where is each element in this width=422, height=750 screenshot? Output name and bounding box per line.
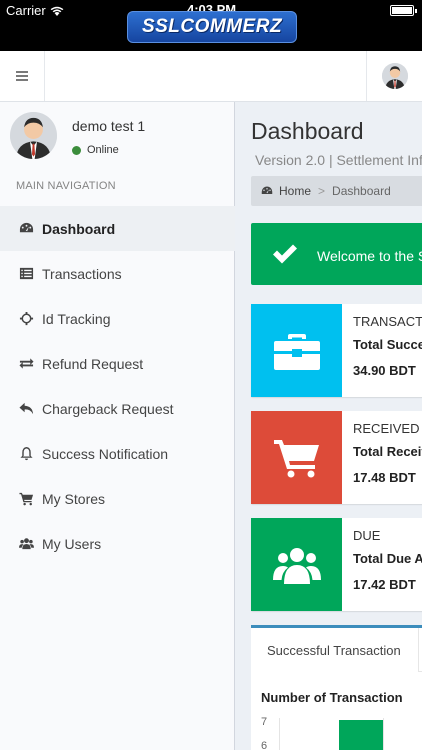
brand-logo-text: SSLCOMMERZ (141, 16, 283, 37)
online-status-dot (72, 145, 81, 155)
dashboard-icon (261, 186, 273, 194)
user-status-label: Online (87, 144, 119, 156)
info-box-value: 17.48 BDT (353, 470, 416, 485)
info-box-value: 17.42 BDT (353, 577, 416, 592)
reply-icon (18, 401, 34, 417)
cart-icon (18, 491, 34, 507)
check-icon (273, 244, 297, 264)
exchange-icon (18, 356, 34, 372)
sidebar: demo test 1 Online MAIN NAVIGATION Dashb… (0, 102, 235, 750)
bell-icon (18, 446, 34, 462)
sidebar-item-my-stores[interactable]: My Stores (0, 476, 235, 521)
sidebar-item-label: Chargeback Request (42, 400, 174, 417)
user-status: Online (72, 144, 119, 156)
info-box-icon-block (251, 518, 342, 611)
page-title: Dashboard (251, 118, 364, 144)
info-box-label: RECEIVED (353, 421, 420, 436)
info-box-sublabel: Total Due A (353, 551, 422, 566)
info-box-due[interactable]: DUE Total Due A 17.42 BDT (251, 518, 422, 611)
user-menu-button[interactable] (366, 51, 422, 101)
sidebar-item-label: Dashboard (42, 220, 116, 237)
info-box-icon-block (251, 304, 342, 397)
users-icon (272, 547, 321, 584)
menu-toggle-button[interactable] (0, 51, 45, 101)
sidebar-item-label: Id Tracking (42, 310, 111, 327)
breadcrumb: Home > Dashboard (251, 176, 422, 206)
breadcrumb-home-link[interactable]: Home (279, 184, 311, 198)
main-navigation: Dashboard Transactions Id Tracking Refun… (0, 206, 235, 566)
carrier-label: Carrier (6, 3, 46, 18)
crosshair-icon (18, 311, 34, 327)
sidebar-item-label: My Stores (42, 490, 106, 507)
sidebar-item-refund-request[interactable]: Refund Request (0, 341, 235, 386)
info-box-icon-block (251, 411, 342, 504)
dashboard-icon (18, 221, 34, 237)
page-subtitle: Version 2.0 | Settlement Info (255, 152, 422, 168)
users-icon (18, 536, 34, 552)
tab-successful-transaction[interactable]: Successful Transaction (251, 628, 419, 672)
info-box-label: DUE (353, 528, 381, 543)
sidebar-item-label: Refund Request (42, 355, 144, 372)
info-box-transactions[interactable]: TRANSACTIO Total Succe 34.90 BDT (251, 304, 422, 397)
breadcrumb-current: Dashboard (332, 184, 391, 198)
info-box-label: TRANSACTIO (353, 314, 422, 329)
chart-title: Number of Transaction (261, 690, 403, 705)
chart-tabs: Successful Transaction (251, 628, 422, 672)
sidebar-item-success-notification[interactable]: Success Notification (0, 431, 235, 476)
main-content: Dashboard Version 2.0 | Settlement Info … (236, 102, 422, 750)
y-tick-label: 6 (261, 740, 268, 750)
bar-chart: 7 6 (251, 714, 422, 750)
briefcase-icon (273, 333, 320, 370)
hamburger-icon (16, 71, 28, 81)
status-bar: Carrier 4:03 PM SSLCOMMERZ (0, 0, 422, 51)
chart-gridline (383, 718, 384, 750)
profile-avatar (10, 112, 57, 159)
info-box-value: 34.90 BDT (353, 363, 416, 378)
user-panel: demo test 1 Online (10, 112, 230, 172)
brand-logo: SSLCOMMERZ (127, 11, 297, 43)
list-icon (18, 266, 34, 282)
sidebar-item-id-tracking[interactable]: Id Tracking (0, 296, 235, 341)
chart-card: Successful Transaction Number of Transac… (251, 625, 422, 750)
user-avatar-icon (381, 63, 408, 89)
sidebar-item-my-users[interactable]: My Users (0, 521, 235, 566)
sidebar-item-label: Transactions (42, 265, 122, 282)
cart-icon (273, 439, 319, 477)
sidebar-item-dashboard[interactable]: Dashboard (0, 206, 235, 251)
user-name: demo test 1 (72, 118, 146, 134)
info-box-sublabel: Total Succe (353, 337, 422, 352)
chart-bar (339, 720, 383, 750)
y-tick-label: 7 (261, 716, 268, 728)
battery-icon (390, 5, 417, 16)
top-navbar (0, 51, 422, 102)
breadcrumb-separator: > (318, 184, 326, 198)
info-box-sublabel: Total Receiv (353, 444, 422, 459)
chart-gridline (279, 718, 280, 750)
wifi-icon (50, 6, 64, 16)
sidebar-item-label: Success Notification (42, 445, 169, 462)
sidebar-item-label: My Users (42, 535, 102, 552)
sidebar-item-chargeback-request[interactable]: Chargeback Request (0, 386, 235, 431)
welcome-alert: Welcome to the SS (251, 223, 422, 285)
welcome-message: Welcome to the SS (317, 248, 422, 264)
info-box-received[interactable]: RECEIVED Total Receiv 17.48 BDT (251, 411, 422, 504)
nav-header: MAIN NAVIGATION (16, 180, 116, 192)
carrier: Carrier (6, 3, 64, 18)
sidebar-item-transactions[interactable]: Transactions (0, 251, 235, 296)
